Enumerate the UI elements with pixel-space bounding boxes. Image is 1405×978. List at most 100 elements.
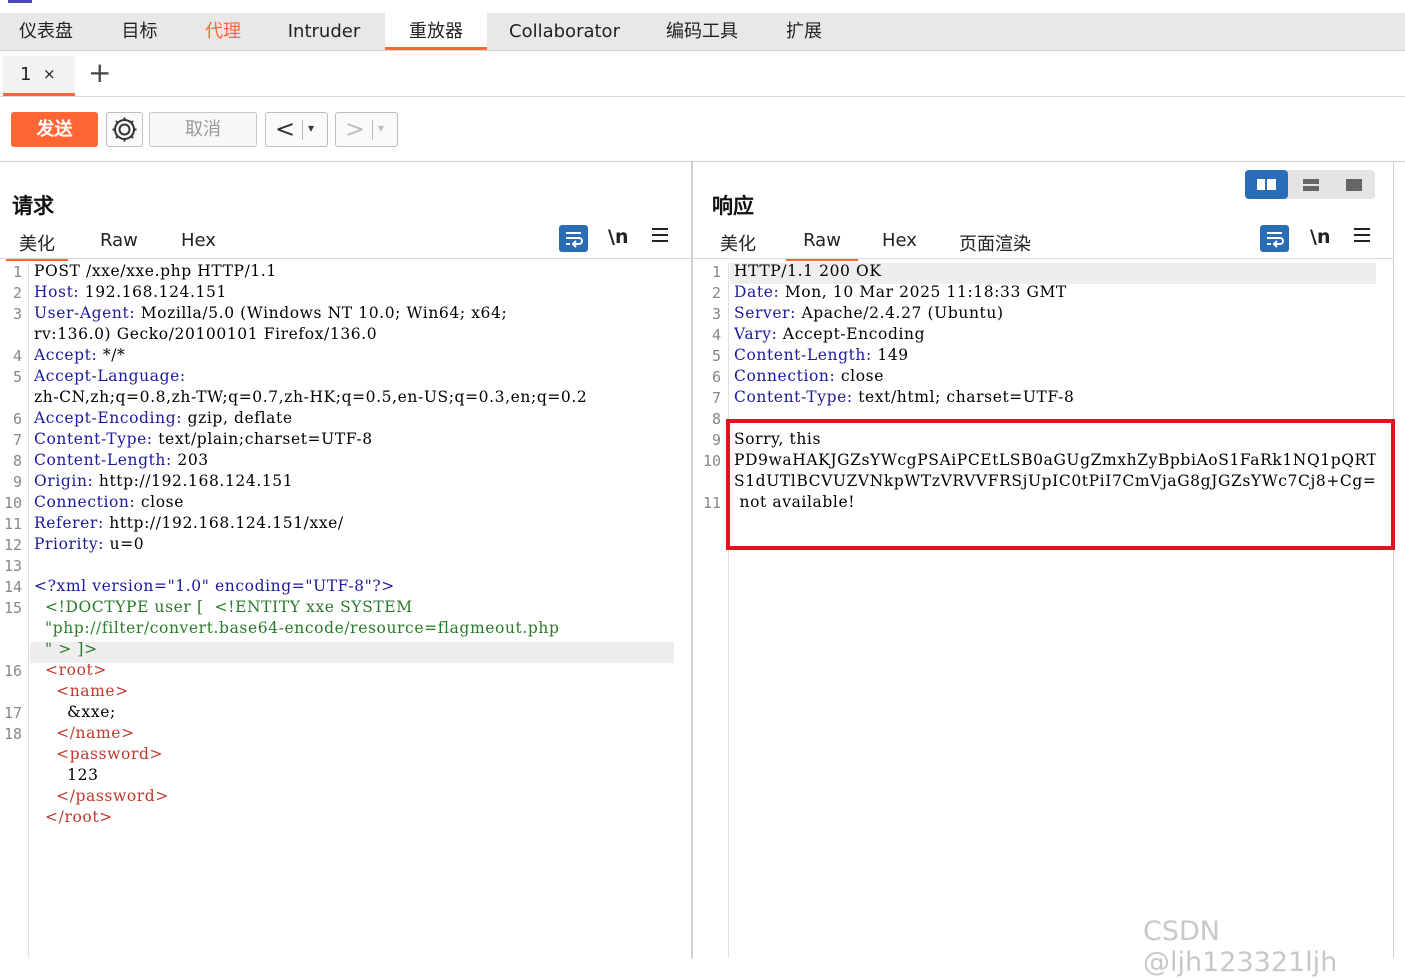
rows-icon (1303, 179, 1319, 191)
code-text: </name> (34, 724, 135, 742)
code-text: &xxe; (34, 703, 116, 721)
add-tab-icon[interactable]: + (88, 58, 111, 88)
dropdown-arrow-icon[interactable]: ▾ (308, 121, 314, 135)
repeater-tab-1[interactable]: 1 × (3, 56, 75, 96)
line-number: 9 (711, 431, 721, 449)
response-view-raw[interactable]: Raw (786, 230, 858, 261)
code-line: Vary: Accept-Encoding (734, 325, 1376, 343)
response-view-hex[interactable]: Hex (882, 230, 917, 258)
tab-dashboard[interactable]: 仪表盘 (0, 13, 92, 50)
code-line: Server: Apache/2.4.27 (Ubuntu) (734, 304, 1376, 322)
code-line: <name> (34, 682, 674, 700)
response-view-pretty[interactable]: 美化 (720, 230, 756, 258)
code-text: </root> (34, 808, 113, 826)
response-tab-underline (693, 258, 1393, 259)
cancel-button[interactable]: 取消 (149, 112, 257, 147)
code-line: &xxe; (34, 703, 674, 721)
tab-target[interactable]: 目标 (102, 13, 177, 50)
wrap-lines-button[interactable] (1260, 225, 1289, 252)
forward-button[interactable]: > ▾ (335, 112, 398, 147)
request-gutter (28, 263, 29, 958)
line-number: 8 (12, 452, 22, 470)
code-line: "php://filter/convert.base64-encode/reso… (34, 619, 674, 637)
columns-icon (1257, 179, 1276, 190)
code-text: " > ]> (34, 640, 98, 658)
repeater-tab-bar: 1 × + (0, 51, 1405, 97)
line-number: 10 (702, 452, 721, 470)
line-number: 3 (12, 305, 22, 323)
header-name: Content-Length: (34, 451, 172, 469)
tab-proxy[interactable]: 代理 (187, 13, 259, 50)
chevron-right-icon: > (345, 115, 366, 143)
header-value: Accept-Encoding (777, 325, 926, 343)
code-line: Referer: http://192.168.124.151/xxe/ (34, 514, 674, 532)
line-number: 8 (711, 410, 721, 428)
settings-button[interactable] (106, 112, 143, 147)
tab-collaborator[interactable]: Collaborator (496, 13, 633, 50)
code-text: </password> (34, 787, 169, 805)
code-text: 123 (34, 766, 99, 784)
menu-icon[interactable] (1354, 228, 1370, 244)
code-line: </root> (34, 808, 674, 826)
line-number: 4 (12, 347, 22, 365)
layout-stacked-button[interactable] (1289, 170, 1332, 199)
header-name: Vary: (734, 325, 778, 343)
dropdown-arrow-icon[interactable]: ▾ (378, 121, 384, 135)
header-name: Server: (734, 304, 796, 322)
line-number: 17 (3, 704, 22, 722)
close-icon[interactable]: × (43, 65, 56, 83)
line-number: 5 (711, 347, 721, 365)
repeater-tab-number: 1 (20, 64, 32, 85)
header-name: Host: (34, 283, 80, 301)
response-panel: 响应 美化 Raw Hex 页面渲染 \n 1 HTTP/1.1 200 OK 2 D… (693, 162, 1393, 958)
back-button[interactable]: < ▾ (265, 112, 328, 147)
code-line: rv:136.0) Gecko/20100101 Firefox/136.0 (34, 325, 674, 343)
menu-icon[interactable] (652, 228, 668, 244)
chevron-left-icon: < (275, 115, 296, 143)
code-line: Content-Type: text/plain;charset=UTF-8 (34, 430, 674, 448)
line-number: 12 (3, 536, 22, 554)
tab-intruder[interactable]: Intruder (270, 13, 378, 50)
code-line: " > ]> (34, 640, 674, 658)
code-line: <?xml version="1.0" encoding="UTF-8"?> (34, 577, 674, 595)
header-name: Date: (734, 283, 780, 301)
code-text: rv:136.0) Gecko/20100101 Firefox/136.0 (34, 325, 378, 343)
code-text: zh-CN,zh;q=0.8,zh-TW;q=0.7,zh-HK;q=0.5,e… (34, 388, 588, 406)
newline-toggle[interactable]: \n (1310, 226, 1330, 248)
single-pane-icon (1346, 179, 1362, 191)
layout-single-button[interactable] (1332, 170, 1375, 199)
header-name: Accept-Language: (34, 367, 186, 385)
request-view-pretty[interactable]: 美化 (6, 230, 68, 261)
tab-extensions[interactable]: 扩展 (770, 13, 838, 50)
highlight-box (726, 419, 1395, 550)
send-button[interactable]: 发送 (11, 112, 98, 147)
code-line: Priority: u=0 (34, 535, 674, 553)
separator (302, 120, 303, 140)
header-value: gzip, deflate (182, 409, 293, 427)
header-name: Accept: (34, 346, 98, 364)
newline-toggle[interactable]: \n (608, 226, 628, 248)
response-view-render[interactable]: 页面渲染 (959, 230, 1031, 258)
code-text: <?xml version="1.0" encoding="UTF-8"?> (34, 577, 395, 595)
header-value: Mozilla/5.0 (Windows NT 10.0; Win64; x64… (135, 304, 508, 322)
watermark: CSDN @ljh123321ljh (1143, 916, 1338, 978)
wrap-lines-button[interactable] (559, 225, 588, 252)
line-number: 11 (702, 494, 721, 512)
code-line: Connection: close (34, 493, 674, 511)
line-number: 4 (711, 326, 721, 344)
code-line: Origin: http://192.168.124.151 (34, 472, 674, 490)
line-number: 2 (711, 284, 721, 302)
separator (372, 120, 373, 140)
request-view-hex[interactable]: Hex (181, 230, 216, 258)
code-line: </password> (34, 787, 674, 805)
header-name: Accept-Encoding: (34, 409, 183, 427)
request-view-raw[interactable]: Raw (100, 230, 138, 258)
header-value: close (135, 493, 184, 511)
tab-repeater[interactable]: 重放器 (385, 13, 487, 50)
layout-side-by-side-button[interactable] (1245, 170, 1288, 199)
tab-decoder[interactable]: 编码工具 (650, 13, 754, 50)
header-name: Priority: (34, 535, 105, 553)
code-text: <name> (34, 682, 129, 700)
header-name: Connection: (734, 367, 836, 385)
code-line: Accept: */* (34, 346, 674, 364)
